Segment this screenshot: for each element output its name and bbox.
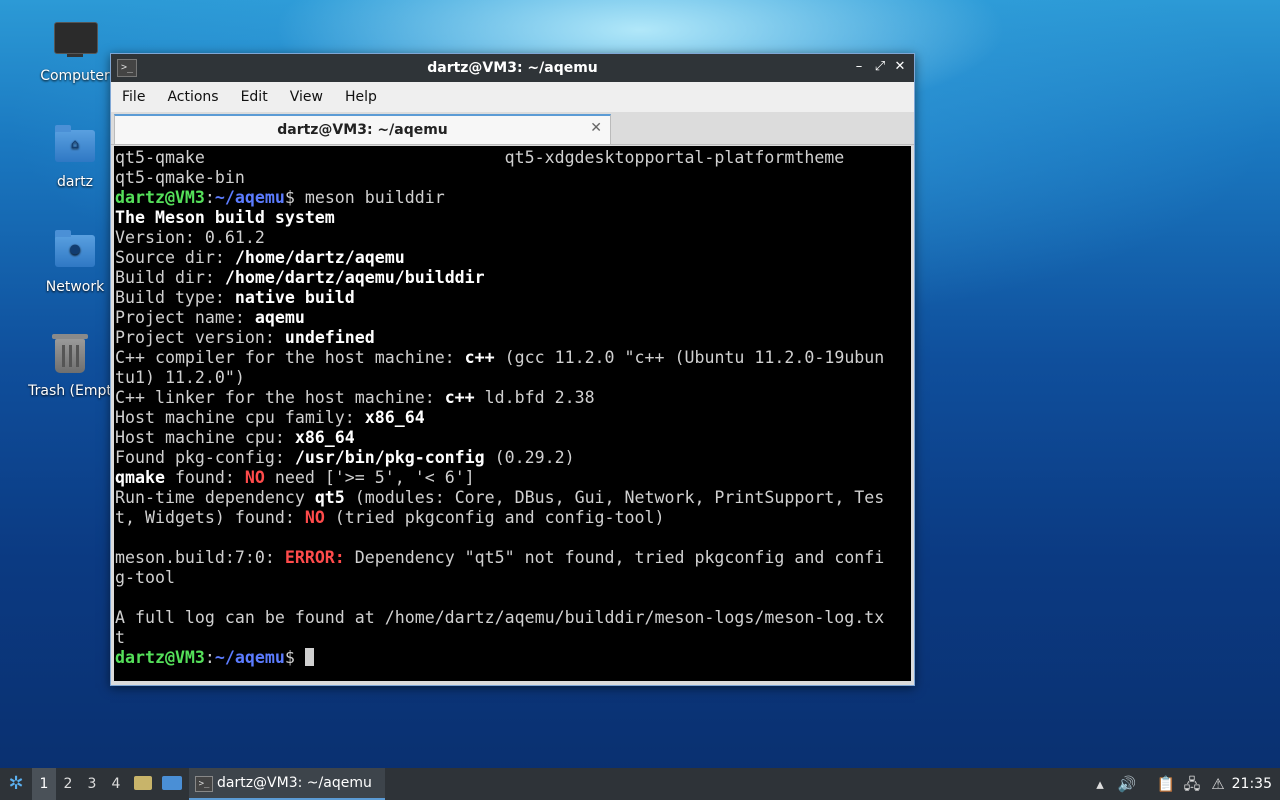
clock[interactable]: 21:35 [1232,768,1272,800]
terminal-icon: >_ [195,776,213,792]
window-title: dartz@VM3: ~/aqemu [427,60,598,76]
taskbar: ✲ 1 2 3 4 >_ dartz@VM3: ~/aqemu ▴ 🔊 📋 🖧 … [0,768,1280,800]
tab-terminal[interactable]: dartz@VM3: ~/aqemu ✕ [114,114,611,144]
desktop-icon-label: dartz [56,174,94,190]
show-desktop-icon[interactable] [162,768,184,800]
terminal-cursor [304,648,314,666]
computer-icon [53,18,98,62]
workspace-1[interactable]: 1 [32,768,56,800]
network-icon[interactable]: 🖧 [1182,774,1202,794]
menu-file[interactable]: File [111,82,156,112]
menu-view[interactable]: View [279,82,334,112]
terminal-output[interactable]: qt5-qmake qt5-xdgdesktopportal-platformt… [114,146,911,681]
menu-edit[interactable]: Edit [230,82,279,112]
network-folder-icon: ● [53,229,97,273]
minimize-button[interactable]: – [851,59,867,75]
tab-bar: dartz@VM3: ~/aqemu ✕ [111,112,914,145]
tab-close-icon[interactable]: ✕ [590,120,602,136]
taskbar-task-terminal[interactable]: >_ dartz@VM3: ~/aqemu [189,768,385,800]
desktop-icon-home[interactable]: ⌂ dartz [27,124,123,190]
file-manager-icon[interactable] [134,768,154,800]
task-label: dartz@VM3: ~/aqemu [217,775,372,791]
home-folder-icon: ⌂ [53,124,97,168]
updates-icon[interactable]: ⚠ [1208,774,1228,794]
close-button[interactable]: ✕ [892,59,908,75]
window-titlebar[interactable]: >_ dartz@VM3: ~/aqemu – ⤢ ✕ [111,54,914,82]
tab-label: dartz@VM3: ~/aqemu [277,122,448,138]
workspace-2[interactable]: 2 [56,768,80,800]
desktop-icon-computer[interactable]: Computer [27,18,123,84]
tray-expand-icon[interactable]: ▴ [1090,774,1110,794]
volume-icon[interactable]: 🔊 [1117,774,1137,794]
workspace-4[interactable]: 4 [104,768,128,800]
menu-actions[interactable]: Actions [156,82,229,112]
app-menu-icon[interactable]: ✲ [4,768,28,800]
menu-help[interactable]: Help [334,82,388,112]
desktop-icon-label: Computer [40,68,110,84]
workspace-3[interactable]: 3 [80,768,104,800]
desktop-icon-label: Trash (Empt [28,383,112,399]
clipboard-icon[interactable]: 📋 [1156,774,1176,794]
terminal-text: qt5-qmake qt5-xdgdesktopportal-platformt… [115,148,885,667]
desktop-icon-label: Network [45,279,105,295]
desktop-icon-trash[interactable]: Trash (Empt [22,333,118,399]
menu-bar: File Actions Edit View Help [111,82,914,112]
trash-icon [48,333,92,377]
desktop-icon-network[interactable]: ● Network [27,229,123,295]
terminal-window: >_ dartz@VM3: ~/aqemu – ⤢ ✕ File Actions E… [110,53,915,686]
maximize-button[interactable]: ⤢ [872,59,888,75]
